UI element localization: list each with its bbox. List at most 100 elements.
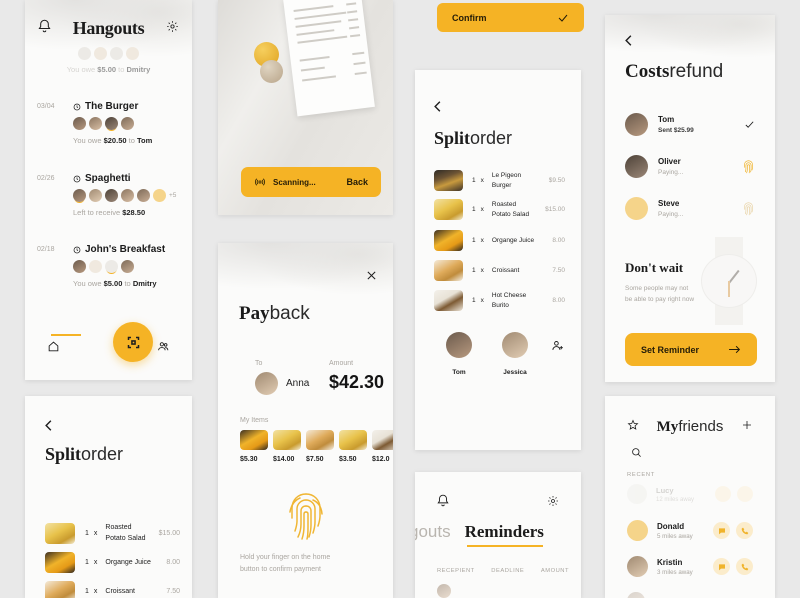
check-icon — [558, 14, 568, 22]
page-title-light: back — [269, 303, 310, 324]
refund-person-row[interactable]: Oliver Paying... — [625, 155, 755, 178]
bell-icon[interactable] — [38, 19, 51, 38]
balance-note: You owe $5.00 to Dmitry — [73, 279, 157, 288]
avatar — [625, 155, 648, 178]
fingerprint-icon[interactable] — [218, 488, 393, 544]
order-item-row[interactable]: 1 x Hot Cheese Burito 8.00 — [434, 290, 565, 311]
item-thumb[interactable]: $5.30 — [240, 430, 268, 463]
message-icon[interactable] — [713, 558, 730, 575]
chevron-left-icon[interactable] — [45, 418, 52, 436]
bell-icon[interactable] — [437, 494, 449, 512]
back-button[interactable]: Back — [346, 177, 368, 187]
receipt-image — [283, 0, 375, 117]
tab-reminders[interactable]: Reminders — [465, 522, 544, 541]
avatar — [625, 113, 648, 136]
avatar — [625, 197, 648, 220]
friend-distance: 5 miles away — [657, 532, 693, 540]
friends-icon[interactable] — [157, 340, 170, 358]
item-multiplier: x — [480, 297, 484, 304]
item-thumb[interactable]: $14.00 — [273, 430, 301, 463]
item-qty: 1 — [85, 559, 89, 566]
hangout-item[interactable]: 02/26 Spaghetti +5 Left to receive $28.5… — [25, 173, 192, 217]
friend-row[interactable]: Donald 5 miles away — [627, 520, 753, 541]
message-icon[interactable] — [715, 486, 731, 502]
item-thumb[interactable]: $12.0 — [372, 430, 393, 463]
avatar — [627, 592, 645, 598]
refund-person-row[interactable]: Steve Paying... — [625, 197, 755, 220]
order-item-row[interactable]: 1 x Croissant 7.50 — [45, 581, 180, 598]
item-multiplier: x — [480, 237, 484, 244]
scan-radar-icon — [254, 178, 266, 186]
gear-icon[interactable] — [547, 494, 559, 512]
friend-row[interactable]: Kristin 3 miles away — [627, 556, 753, 577]
item-name: Hot Cheese Burito — [491, 292, 527, 309]
avatar — [627, 556, 648, 577]
close-icon[interactable] — [366, 268, 377, 286]
split-person[interactable]: Tom — [439, 332, 479, 376]
page-title-bold: My — [656, 419, 679, 435]
star-icon[interactable] — [627, 418, 639, 436]
avatar — [627, 520, 648, 541]
item-qty: 1 — [472, 297, 476, 304]
item-price: 8.00 — [552, 237, 565, 244]
home-icon[interactable] — [47, 340, 60, 358]
tab-hangouts[interactable]: gouts — [415, 522, 451, 542]
person-name: Steve — [658, 199, 680, 208]
fingerprint-icon — [744, 202, 753, 216]
scanning-status-bar[interactable]: Scanning... Back — [241, 167, 381, 197]
recipient-name: Anna — [286, 378, 310, 389]
column-header-deadline: DEADLINE — [491, 568, 525, 574]
search-icon[interactable] — [631, 445, 642, 463]
cta-label: Set Reminder — [641, 344, 700, 355]
split-person[interactable]: Jessica — [495, 332, 535, 376]
scan-frame-icon — [127, 336, 139, 348]
order-item-row[interactable]: 1 x Organge Juice 8.00 — [434, 230, 565, 251]
active-tab-indicator — [466, 545, 543, 547]
hangout-date: 02/18 — [37, 246, 55, 253]
scanning-status-label: Scanning... — [273, 177, 316, 187]
person-name: Tom — [658, 115, 675, 124]
order-item-row[interactable]: 1 x Le Pigeon Burger $9.50 — [434, 170, 565, 191]
scan-fab-button[interactable] — [113, 322, 153, 362]
phone-icon[interactable] — [736, 558, 753, 575]
plus-icon[interactable] — [741, 418, 753, 436]
item-thumb[interactable]: $3.50 — [339, 430, 367, 463]
item-thumb[interactable]: $7.50 — [306, 430, 334, 463]
promo-text: Some people may not be able to pay right… — [625, 285, 695, 304]
phone-icon[interactable] — [737, 486, 753, 502]
pin-icon — [73, 246, 81, 253]
person-status: Sent $25.99 — [658, 127, 694, 134]
to-label: To — [255, 360, 263, 367]
item-price: $7.50 — [306, 456, 324, 463]
balance-note: You owe $20.50 to Tom — [73, 136, 153, 145]
add-person-icon[interactable] — [551, 332, 564, 357]
item-price: $12.0 — [372, 456, 390, 463]
gear-icon[interactable] — [166, 20, 179, 38]
item-multiplier: x — [93, 559, 98, 566]
hangout-item[interactable]: 03/04 The Burger You owe $20.50 to Tom — [25, 101, 192, 145]
confirm-button[interactable]: Confirm — [437, 3, 584, 32]
phone-icon[interactable] — [736, 522, 753, 539]
friend-row[interactable]: Lucy 12 miles away — [627, 484, 753, 504]
hangout-item[interactable]: 02/18 John's Breakfast You owe $5.00 to … — [25, 244, 192, 288]
panel-split-order-left: Splitorder 1 x Roasted Potato Salad $15.0… — [25, 396, 192, 598]
set-reminder-button[interactable]: Set Reminder — [625, 333, 757, 366]
order-item-row[interactable]: 1 x Roasted Potato Salad $15.00 — [45, 523, 180, 544]
order-item-row[interactable]: 1 x Roasted Potato Salad $15.00 — [434, 199, 565, 220]
arrow-right-icon — [729, 345, 741, 354]
page-title-light: refund — [669, 61, 724, 82]
item-price: 8.00 — [552, 297, 565, 304]
chevron-left-icon[interactable] — [434, 99, 441, 117]
item-multiplier: x — [480, 177, 484, 184]
section-label: RECENT — [627, 472, 656, 478]
refund-person-row[interactable]: Tom Sent $25.99 — [625, 113, 755, 136]
avatar — [255, 372, 278, 395]
message-icon[interactable] — [713, 522, 730, 539]
friend-row[interactable] — [627, 592, 645, 598]
chevron-left-icon[interactable] — [625, 33, 632, 51]
person-status: Paying... — [658, 169, 684, 176]
balance-note: You owe $5.00 to Dmitry — [66, 65, 151, 74]
order-item-row[interactable]: 1 x Croissant 7.50 — [434, 260, 565, 281]
order-item-row[interactable]: 1 x Organge Juice 8.00 — [45, 552, 180, 573]
reminder-row[interactable] — [437, 584, 451, 598]
